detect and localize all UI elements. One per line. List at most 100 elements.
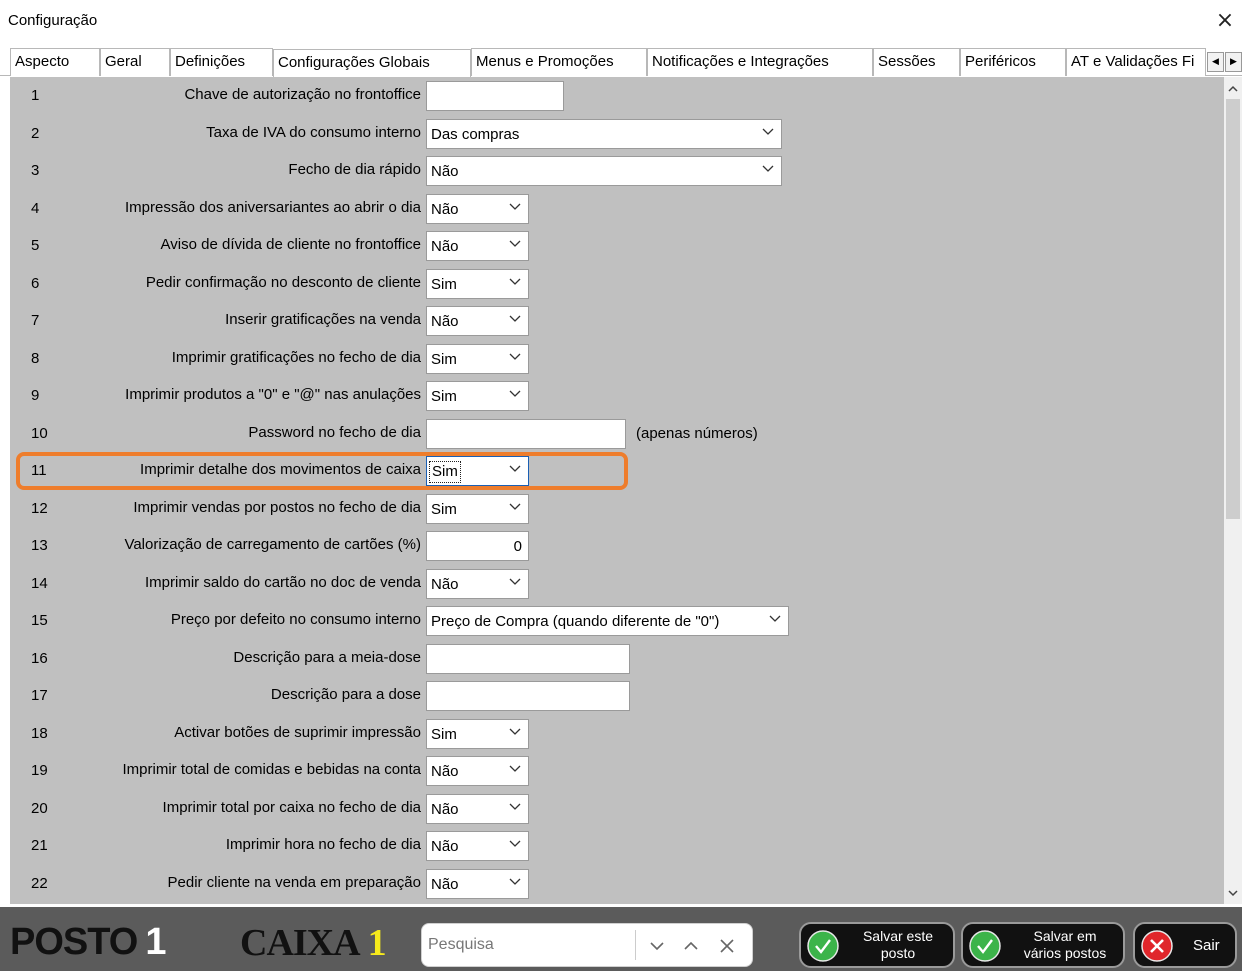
select-value: Sim bbox=[431, 725, 457, 743]
setting-input[interactable] bbox=[426, 681, 630, 711]
setting-select[interactable]: Não bbox=[426, 756, 529, 786]
row-number: 20 bbox=[31, 799, 48, 817]
tab-definicoes[interactable]: Definições bbox=[170, 48, 273, 76]
save-post-button[interactable]: Salvar este posto bbox=[799, 922, 955, 968]
select-value: Não bbox=[431, 238, 459, 255]
setting-row: 10 Password no fecho de dia (apenas número… bbox=[10, 415, 1224, 452]
chevron-down-icon[interactable] bbox=[761, 124, 775, 138]
setting-label: Descrição para a dose bbox=[270, 686, 421, 703]
setting-select[interactable]: Sim bbox=[426, 456, 529, 486]
setting-select[interactable]: Não bbox=[426, 568, 529, 599]
tab-configuracoes-globais[interactable]: Configurações Globais bbox=[273, 49, 471, 77]
scroll-up-icon[interactable] bbox=[1227, 83, 1239, 95]
save-multi-line2: vários postos bbox=[1023, 945, 1107, 961]
setting-select[interactable]: Não bbox=[426, 231, 529, 261]
exit-button[interactable]: Sair bbox=[1133, 922, 1237, 968]
setting-input[interactable] bbox=[426, 643, 630, 674]
tab-perifericos[interactable]: Periféricos bbox=[960, 48, 1066, 76]
tab-label: AT e Validações Fi bbox=[1071, 53, 1195, 70]
chevron-up-icon[interactable] bbox=[682, 937, 700, 955]
setting-input[interactable] bbox=[426, 418, 626, 449]
setting-select[interactable]: Não bbox=[426, 193, 529, 224]
chevron-down-icon[interactable] bbox=[508, 799, 522, 813]
search-box[interactable]: Pesquisa bbox=[421, 923, 753, 967]
chevron-down-icon[interactable] bbox=[648, 937, 666, 955]
setting-select[interactable]: Sim bbox=[426, 493, 529, 524]
tab-scroll-right-icon[interactable]: ▶ bbox=[1225, 52, 1242, 72]
row-number: 4 bbox=[31, 199, 40, 217]
select-value: Não bbox=[431, 313, 459, 330]
save-multi-post-button[interactable]: Salvar em vários postos bbox=[961, 922, 1125, 968]
caixa-number: 1 bbox=[367, 922, 387, 964]
tab-label: Configurações Globais bbox=[278, 54, 430, 71]
chevron-down-icon[interactable] bbox=[508, 499, 522, 513]
setting-label: Fecho de dia rápido bbox=[288, 161, 421, 178]
row-number: 16 bbox=[31, 649, 48, 667]
tab-notificacoes-integracoes[interactable]: Notificações e Integrações bbox=[647, 48, 873, 76]
setting-select[interactable]: Não bbox=[426, 831, 529, 861]
exit-label: Sair bbox=[1193, 937, 1220, 954]
setting-label: Imprimir vendas por postos no fecho de d… bbox=[133, 498, 421, 516]
chevron-down-icon[interactable] bbox=[508, 874, 522, 888]
setting-select[interactable]: Não bbox=[426, 793, 529, 824]
setting-label: Valorização de carregamento de cartões (… bbox=[124, 536, 421, 553]
row-number: 3 bbox=[31, 162, 40, 179]
chevron-down-icon[interactable] bbox=[761, 161, 775, 175]
setting-row: 9 Imprimir produtos a "0" e "@" nas anula… bbox=[10, 377, 1224, 414]
chevron-down-icon[interactable] bbox=[508, 574, 522, 588]
select-value: Não bbox=[431, 763, 459, 780]
tab-label: Sessões bbox=[878, 53, 936, 70]
chevron-down-icon[interactable] bbox=[508, 274, 522, 288]
setting-select[interactable]: Não bbox=[426, 868, 529, 899]
setting-select[interactable]: Sim bbox=[426, 268, 529, 299]
chevron-down-icon[interactable] bbox=[508, 349, 522, 363]
tab-scroll-left-icon[interactable]: ◀ bbox=[1207, 52, 1224, 72]
tab-sessoes[interactable]: Sessões bbox=[873, 48, 960, 76]
setting-row: 21 Imprimir hora no fecho de dia Não bbox=[10, 827, 1224, 864]
setting-select[interactable]: Sim bbox=[426, 381, 529, 411]
tab-menus-promocoes[interactable]: Menus e Promoções bbox=[471, 48, 647, 76]
chevron-down-icon[interactable] bbox=[508, 386, 522, 400]
tab-aspecto[interactable]: Aspecto bbox=[10, 48, 100, 76]
row-number: 12 bbox=[31, 499, 48, 517]
setting-row: 20 Imprimir total por caixa no fecho de d… bbox=[10, 790, 1224, 827]
close-icon[interactable]: × bbox=[1212, 8, 1238, 34]
setting-label: Pedir cliente na venda em preparação bbox=[167, 873, 422, 891]
row-number: 22 bbox=[31, 874, 48, 892]
vertical-scrollbar[interactable] bbox=[1224, 77, 1242, 904]
setting-row: 16 Descrição para a meia-dose bbox=[10, 640, 1224, 677]
tab-at-validacoes[interactable]: AT e Validações Fi bbox=[1066, 48, 1206, 76]
chevron-down-icon[interactable] bbox=[508, 724, 522, 738]
save-post-line2: posto bbox=[880, 945, 916, 961]
scrollbar-thumb[interactable] bbox=[1226, 99, 1240, 519]
tab-geral[interactable]: Geral bbox=[100, 48, 170, 76]
setting-label: Aviso de dívida de cliente no frontoffic… bbox=[160, 236, 421, 253]
setting-input[interactable]: 0 bbox=[426, 531, 529, 561]
search-input[interactable]: Pesquisa bbox=[428, 936, 494, 954]
setting-select[interactable]: Não bbox=[426, 306, 529, 336]
scroll-down-icon[interactable] bbox=[1227, 887, 1239, 899]
setting-select[interactable]: Não bbox=[426, 156, 782, 186]
row-number: 13 bbox=[31, 537, 48, 554]
save-post-label: Salvar este posto bbox=[849, 928, 947, 962]
setting-select[interactable]: Das compras bbox=[426, 118, 782, 149]
setting-select[interactable]: Preço de Compra (quando diferente de "0"… bbox=[426, 606, 789, 636]
chevron-down-icon[interactable] bbox=[508, 761, 522, 775]
chevron-down-icon[interactable] bbox=[508, 199, 522, 213]
check-icon bbox=[969, 930, 1001, 962]
clear-icon[interactable] bbox=[718, 937, 736, 955]
chevron-down-icon[interactable] bbox=[508, 461, 522, 475]
chevron-down-icon[interactable] bbox=[508, 836, 522, 850]
tab-bar: Aspecto Geral Definições Configurações G… bbox=[0, 48, 1242, 77]
setting-label: Chave de autorização no frontoffice bbox=[184, 86, 421, 103]
chevron-down-icon[interactable] bbox=[768, 611, 782, 625]
setting-input[interactable] bbox=[426, 81, 564, 111]
chevron-down-icon[interactable] bbox=[508, 311, 522, 325]
setting-select[interactable]: Sim bbox=[426, 718, 529, 749]
setting-label: Pedir confirmação no desconto de cliente bbox=[145, 273, 421, 291]
select-value: Não bbox=[431, 838, 459, 855]
setting-select[interactable]: Sim bbox=[426, 343, 529, 374]
chevron-down-icon[interactable] bbox=[508, 236, 522, 250]
setting-row: 4 Impressão dos aniversariantes ao abrir … bbox=[10, 190, 1224, 227]
setting-row: 2 Taxa de IVA do consumo interno Das compr… bbox=[10, 115, 1224, 152]
